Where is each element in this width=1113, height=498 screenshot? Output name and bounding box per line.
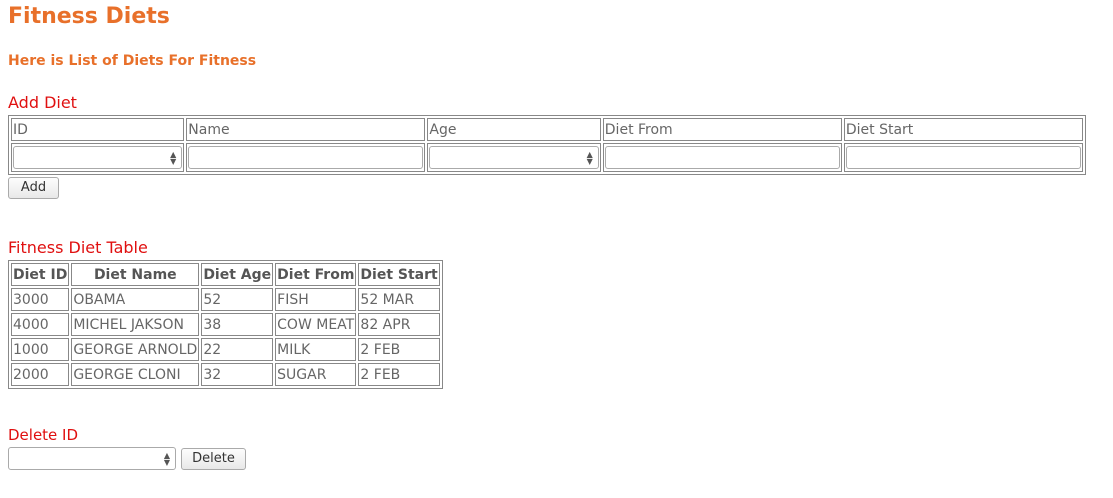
add-cell-id: ▲ ▼ (11, 143, 185, 172)
spin-up-down-icon[interactable]: ▲ ▼ (170, 151, 176, 166)
delete-button[interactable]: Delete (181, 448, 246, 470)
diet-start-input[interactable] (845, 146, 1081, 169)
cell-diet-id: 3000 (11, 288, 70, 311)
add-header-diet-start: Diet Start (843, 118, 1083, 141)
cell-diet-id: 1000 (11, 338, 70, 361)
cell-diet-from: COW MEAT (275, 313, 357, 336)
add-diet-form: ID Name Age Diet From Diet Start ▲ ▼ ▲ ▼ (8, 115, 1086, 175)
cell-diet-start: 2 FEB (358, 338, 440, 361)
cell-diet-from: FISH (275, 288, 357, 311)
table-row: 4000 MICHEL JAKSON 38 COW MEAT 82 APR (11, 313, 440, 336)
table-row: 2000 GEORGE CLONI 32 SUGAR 2 FEB (11, 363, 440, 386)
cell-diet-age: 32 (201, 363, 274, 386)
delete-id-label: Delete ID (8, 426, 79, 444)
cell-diet-start: 2 FEB (358, 363, 440, 386)
name-input[interactable] (188, 146, 424, 169)
add-header-name: Name (186, 118, 426, 141)
cell-diet-age: 38 (201, 313, 274, 336)
diet-table-label: Fitness Diet Table (8, 238, 148, 257)
col-header-diet-name: Diet Name (71, 263, 200, 286)
col-header-diet-from: Diet From (275, 263, 357, 286)
cell-diet-age: 52 (201, 288, 274, 311)
cell-diet-id: 2000 (11, 363, 70, 386)
age-number-input[interactable]: ▲ ▼ (429, 146, 599, 169)
table-row: 1000 GEORGE ARNOLD 22 MILK 2 FEB (11, 338, 440, 361)
table-row: 3000 OBAMA 52 FISH 52 MAR (11, 288, 440, 311)
cell-diet-from: SUGAR (275, 363, 357, 386)
cell-diet-start: 82 APR (358, 313, 440, 336)
add-cell-name (186, 143, 426, 172)
add-header-diet-from: Diet From (602, 118, 842, 141)
diet-table: Diet ID Diet Name Diet Age Diet From Die… (8, 260, 443, 389)
add-cell-age: ▲ ▼ (427, 143, 601, 172)
spin-up-down-icon[interactable]: ▲ ▼ (164, 452, 170, 467)
page-title: Fitness Diets (8, 4, 170, 29)
col-header-diet-id: Diet ID (11, 263, 70, 286)
cell-diet-name: GEORGE CLONI (71, 363, 200, 386)
col-header-diet-start: Diet Start (358, 263, 440, 286)
add-diet-label: Add Diet (8, 93, 77, 112)
col-header-diet-age: Diet Age (201, 263, 274, 286)
add-header-id: ID (11, 118, 185, 141)
cell-diet-age: 22 (201, 338, 274, 361)
cell-diet-from: MILK (275, 338, 357, 361)
cell-diet-id: 4000 (11, 313, 70, 336)
id-number-input[interactable]: ▲ ▼ (13, 146, 183, 169)
add-header-age: Age (427, 118, 601, 141)
page-subtitle: Here is List of Diets For Fitness (8, 53, 257, 69)
add-cell-diet-start (843, 143, 1083, 172)
cell-diet-start: 52 MAR (358, 288, 440, 311)
add-button[interactable]: Add (8, 177, 59, 199)
cell-diet-name: MICHEL JAKSON (71, 313, 200, 336)
add-cell-diet-from (602, 143, 842, 172)
cell-diet-name: OBAMA (71, 288, 200, 311)
diet-from-input[interactable] (604, 146, 840, 169)
delete-id-input[interactable]: ▲ ▼ (8, 447, 176, 470)
cell-diet-name: GEORGE ARNOLD (71, 338, 200, 361)
spin-up-down-icon[interactable]: ▲ ▼ (587, 151, 593, 166)
